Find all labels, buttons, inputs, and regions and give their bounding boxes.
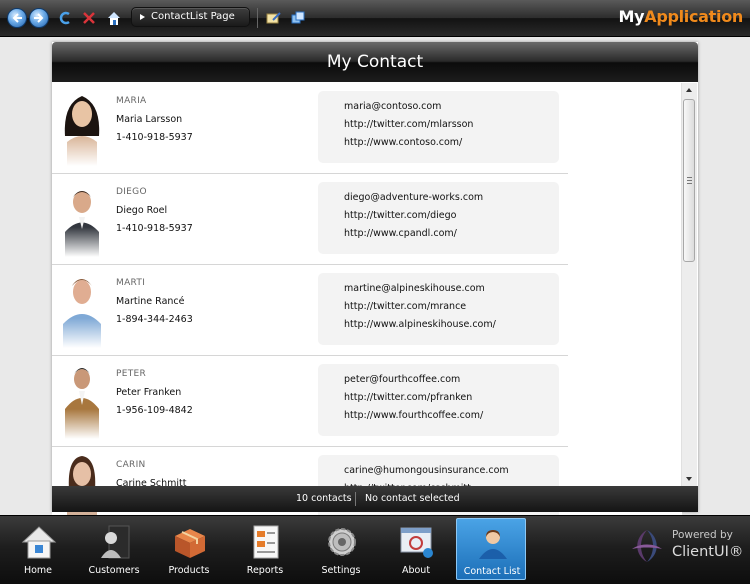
dock-item-customers[interactable]: Customers [79, 518, 149, 580]
contact-website[interactable]: http://www.fourthcoffee.com/ [344, 410, 483, 421]
selection-status: No contact selected [365, 493, 460, 504]
forward-button[interactable] [29, 8, 49, 28]
dock-item-reports[interactable]: Reports [230, 518, 300, 580]
top-toolbar: ContactList Page MyApplication [0, 0, 750, 37]
about-icon [400, 527, 433, 558]
powered-by-logo: Powered by ClientUI® [628, 527, 748, 567]
play-icon [140, 14, 145, 20]
contact-twitter[interactable]: http://twitter.com/pfranken [344, 392, 472, 403]
dock-item-label: Reports [246, 565, 284, 576]
contact-email[interactable]: maria@contoso.com [344, 101, 441, 112]
contact-details-card: peter@fourthcoffee.com http://twitter.co… [318, 364, 559, 436]
share-icon [291, 11, 305, 24]
contact-email[interactable]: carine@humongousinsurance.com [344, 465, 509, 476]
edit-button[interactable] [266, 10, 282, 26]
dock-item-products[interactable]: Products [154, 518, 224, 580]
contact-details-card: maria@contoso.com http://twitter.com/mla… [318, 91, 559, 163]
products-icon [175, 529, 205, 558]
contact-list: MARIA Maria Larsson 1-410-918-5937 maria… [52, 83, 682, 528]
contact-twitter[interactable]: http://twitter.com/mrance [344, 301, 466, 312]
gear-icon [328, 528, 356, 556]
home-icon [108, 12, 120, 25]
arrow-right-icon [34, 13, 44, 23]
edit-icon [266, 12, 281, 24]
contact-photo [57, 86, 107, 166]
brand-application: Application [644, 7, 743, 26]
contact-name: Diego Roel [116, 205, 168, 216]
dock-item-label: Products [168, 565, 210, 576]
contact-name: Peter Franken [116, 387, 182, 398]
refresh-icon [59, 11, 70, 25]
contact-phone: 1-956-109-4842 [116, 405, 193, 416]
contact-phone: 1-410-918-5937 [116, 132, 193, 143]
reports-icon [253, 525, 279, 559]
close-icon [83, 12, 95, 24]
dock-item-label: Home [23, 565, 53, 576]
panel-title: My Contact [326, 52, 424, 72]
contact-email[interactable]: peter@fourthcoffee.com [344, 374, 460, 385]
arrow-left-icon [12, 13, 22, 23]
contact-details-card: diego@adventure-works.com http://twitter… [318, 182, 559, 254]
contact-panel: My Contact MARIA Maria Larsson 1-410-918… [52, 42, 698, 528]
scrollbar-thumb[interactable] [683, 99, 695, 262]
dock-item-label: Settings [321, 565, 361, 576]
contact-nickname: PETER [116, 369, 147, 379]
powered-by-text: Powered by [672, 529, 733, 541]
status-divider [355, 492, 356, 506]
contact-name: Maria Larsson [116, 114, 183, 125]
refresh-button[interactable] [58, 10, 74, 26]
contact-nickname: DIEGO [116, 187, 147, 197]
contact-row[interactable]: MARTI Martine Rancé 1-894-344-2463 marti… [52, 265, 568, 356]
clientui-text: ClientUI® [672, 544, 744, 560]
scroll-down-icon[interactable] [686, 477, 692, 481]
vertical-scrollbar[interactable] [681, 83, 697, 486]
home-nav-button[interactable] [106, 10, 122, 26]
contact-name: Martine Rancé [116, 296, 185, 307]
clientui-logo-icon [632, 530, 662, 562]
contact-row[interactable]: DIEGO Diego Roel 1-410-918-5937 diego@ad… [52, 174, 568, 265]
dock-item-label: About [401, 565, 431, 576]
contact-details-card: martine@alpineskihouse.com http://twitte… [318, 273, 559, 345]
grip-icon [687, 177, 692, 184]
contact-row[interactable]: MARIA Maria Larsson 1-410-918-5937 maria… [52, 83, 568, 174]
contact-photo [57, 359, 107, 439]
back-button[interactable] [7, 8, 27, 28]
contact-nickname: MARIA [116, 96, 147, 106]
dock-item-contact-list[interactable]: Contact List [456, 518, 526, 580]
contact-twitter[interactable]: http://twitter.com/mlarsson [344, 119, 473, 130]
contact-count: 10 contacts [296, 493, 352, 504]
contact-phone: 1-894-344-2463 [116, 314, 193, 325]
contact-phone: 1-410-918-5937 [116, 223, 193, 234]
contact-website[interactable]: http://www.contoso.com/ [344, 137, 462, 148]
address-bar[interactable]: ContactList Page [131, 7, 250, 27]
dock-item-settings[interactable]: Settings [306, 518, 376, 580]
contact-list-icon [479, 530, 507, 559]
status-bar: 10 contacts No contact selected [52, 486, 698, 512]
contact-email[interactable]: diego@adventure-works.com [344, 192, 483, 203]
app-brand: MyApplication [618, 7, 743, 26]
contact-email[interactable]: martine@alpineskihouse.com [344, 283, 485, 294]
toolbar-divider [257, 8, 258, 28]
contact-nickname: MARTI [116, 278, 146, 288]
contact-row[interactable]: PETER Peter Franken 1-956-109-4842 peter… [52, 356, 568, 447]
contact-photo [57, 268, 107, 348]
share-button[interactable] [290, 10, 306, 26]
home-icon [21, 526, 57, 559]
contact-nickname: CARIN [116, 460, 146, 470]
stop-button[interactable] [82, 10, 98, 26]
address-text: ContactList Page [151, 11, 235, 22]
contact-website[interactable]: http://www.alpineskihouse.com/ [344, 319, 496, 330]
brand-my: My [618, 7, 645, 26]
dock-item-about[interactable]: About [381, 518, 451, 580]
dock-item-label: Contact List [463, 566, 521, 577]
contact-website[interactable]: http://www.cpandl.com/ [344, 228, 457, 239]
dock-item-label: Customers [88, 565, 140, 576]
scroll-up-icon[interactable] [686, 88, 692, 92]
contact-photo [57, 177, 107, 257]
customers-icon [101, 525, 130, 559]
dock-item-home[interactable]: Home [3, 518, 73, 580]
contact-twitter[interactable]: http://twitter.com/diego [344, 210, 456, 221]
panel-header: My Contact [52, 42, 698, 82]
